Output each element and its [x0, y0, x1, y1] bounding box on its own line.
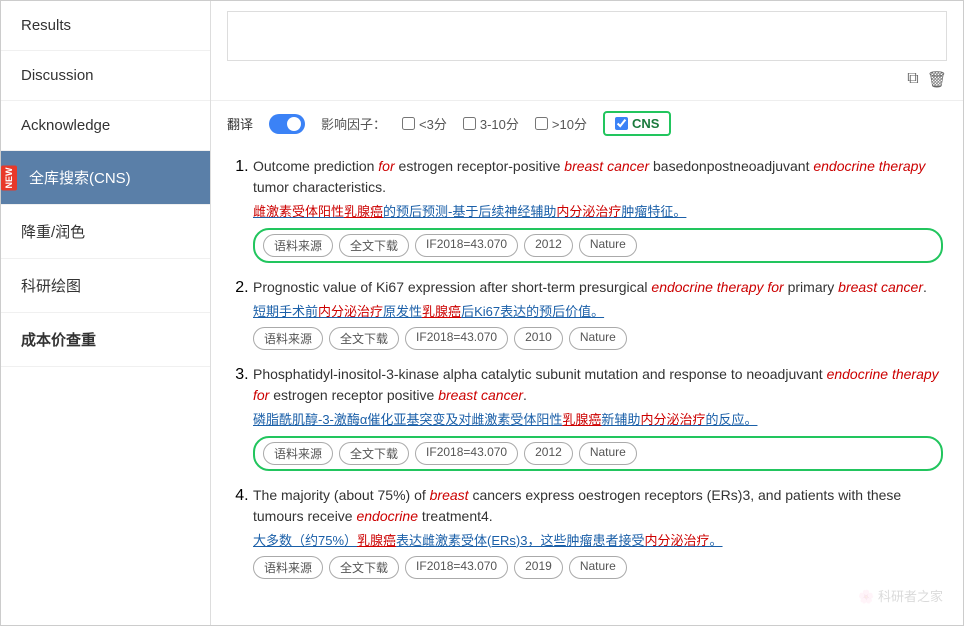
tag-source[interactable]: 语料来源	[253, 556, 323, 579]
sidebar-item-cns[interactable]: NEW 全库搜索(CNS)	[1, 151, 210, 205]
tag-if[interactable]: IF2018=43.070	[415, 442, 518, 465]
result-title-2: Prognostic value of Ki67 expression afte…	[253, 277, 943, 298]
sidebar-item-drawing[interactable]: 科研绘图	[1, 259, 210, 313]
tag-if[interactable]: IF2018=43.070	[405, 327, 508, 350]
result-translation-4: 大多数（约75%）乳腺癌表达雌激素受体(ERs)3，这些肿瘤患者接受内分泌治疗。	[253, 531, 943, 551]
tag-fulltext[interactable]: 全文下载	[329, 327, 399, 350]
results-list: Outcome prediction for estrogen receptor…	[211, 146, 963, 603]
result-tags-2: 语料来源 全文下载 IF2018=43.070 2010 Nature	[253, 327, 943, 350]
cns-button[interactable]: CNS	[603, 111, 671, 136]
tag-journal[interactable]: Nature	[569, 556, 627, 579]
tag-source[interactable]: 语料来源	[263, 234, 333, 257]
filter-bar: 翻译 影响因子： <3分 3-10分 >10分 CNS	[211, 101, 963, 146]
result-title-1: Outcome prediction for estrogen receptor…	[253, 156, 943, 198]
new-badge: NEW	[1, 165, 17, 190]
filter-3to10[interactable]: 3-10分	[463, 114, 519, 133]
search-textarea[interactable]	[227, 11, 947, 61]
result-title-3: Phosphatidyl-inositol-3-kinase alpha cat…	[253, 364, 943, 406]
tag-if[interactable]: IF2018=43.070	[415, 234, 518, 257]
result-translation-2: 短期手术前内分泌治疗原发性乳腺癌后Ki67表达的预后价值。	[253, 302, 943, 322]
filter-less3[interactable]: <3分	[402, 114, 447, 133]
tag-fulltext[interactable]: 全文下载	[339, 442, 409, 465]
tag-journal[interactable]: Nature	[569, 327, 627, 350]
impact-label: 影响因子：	[321, 114, 386, 133]
tag-year[interactable]: 2012	[524, 442, 573, 465]
results-ol: Outcome prediction for estrogen receptor…	[231, 156, 943, 579]
sidebar-item-polish[interactable]: 降重/润色	[1, 205, 210, 259]
tag-fulltext[interactable]: 全文下载	[329, 556, 399, 579]
sidebar-item-results[interactable]: Results	[1, 1, 210, 51]
main-content: ⧉ 🗑 翻译 影响因子： <3分 3-10分 >10分	[211, 1, 963, 625]
copy-icon[interactable]: ⧉	[907, 70, 918, 90]
tag-year[interactable]: 2012	[524, 234, 573, 257]
result-translation-1: 雌激素受体阳性乳腺癌的预后预测-基于后续神经辅助内分泌治疗肿瘤特征。	[253, 202, 943, 222]
sidebar-item-acknowledge[interactable]: Acknowledge	[1, 101, 210, 151]
sidebar-item-cost[interactable]: 成本价查重	[1, 313, 210, 367]
result-tags-4: 语料来源 全文下载 IF2018=43.070 2019 Nature	[253, 556, 943, 579]
filter-gt10[interactable]: >10分	[535, 114, 587, 133]
result-tags-3: 语料来源 全文下载 IF2018=43.070 2012 Nature	[253, 436, 943, 471]
tag-year[interactable]: 2019	[514, 556, 563, 579]
result-item-4: The majority (about 75%) of breast cance…	[253, 485, 943, 580]
result-title-4: The majority (about 75%) of breast cance…	[253, 485, 943, 527]
watermark: 🌸 科研者之家	[858, 586, 943, 605]
tag-journal[interactable]: Nature	[579, 442, 637, 465]
sidebar: Results Discussion Acknowledge NEW 全库搜索(…	[1, 1, 211, 625]
sidebar-item-discussion[interactable]: Discussion	[1, 51, 210, 101]
result-item-1: Outcome prediction for estrogen receptor…	[253, 156, 943, 263]
tag-journal[interactable]: Nature	[579, 234, 637, 257]
result-translation-3: 磷脂酰肌醇-3-激酶α催化亚基突变及对雌激素受体阳性乳腺癌新辅助内分泌治疗的反应…	[253, 410, 943, 430]
tag-fulltext[interactable]: 全文下载	[339, 234, 409, 257]
delete-icon[interactable]: 🗑	[927, 70, 947, 90]
result-item-3: Phosphatidyl-inositol-3-kinase alpha cat…	[253, 364, 943, 471]
tag-year[interactable]: 2010	[514, 327, 563, 350]
tag-source[interactable]: 语料来源	[263, 442, 333, 465]
translate-toggle[interactable]	[269, 114, 305, 134]
result-tags-1: 语料来源 全文下载 IF2018=43.070 2012 Nature	[253, 228, 943, 263]
tag-source[interactable]: 语料来源	[253, 327, 323, 350]
cns-checkbox[interactable]	[615, 117, 628, 130]
translate-label: 翻译	[227, 114, 253, 133]
result-item-2: Prognostic value of Ki67 expression afte…	[253, 277, 943, 351]
tag-if[interactable]: IF2018=43.070	[405, 556, 508, 579]
